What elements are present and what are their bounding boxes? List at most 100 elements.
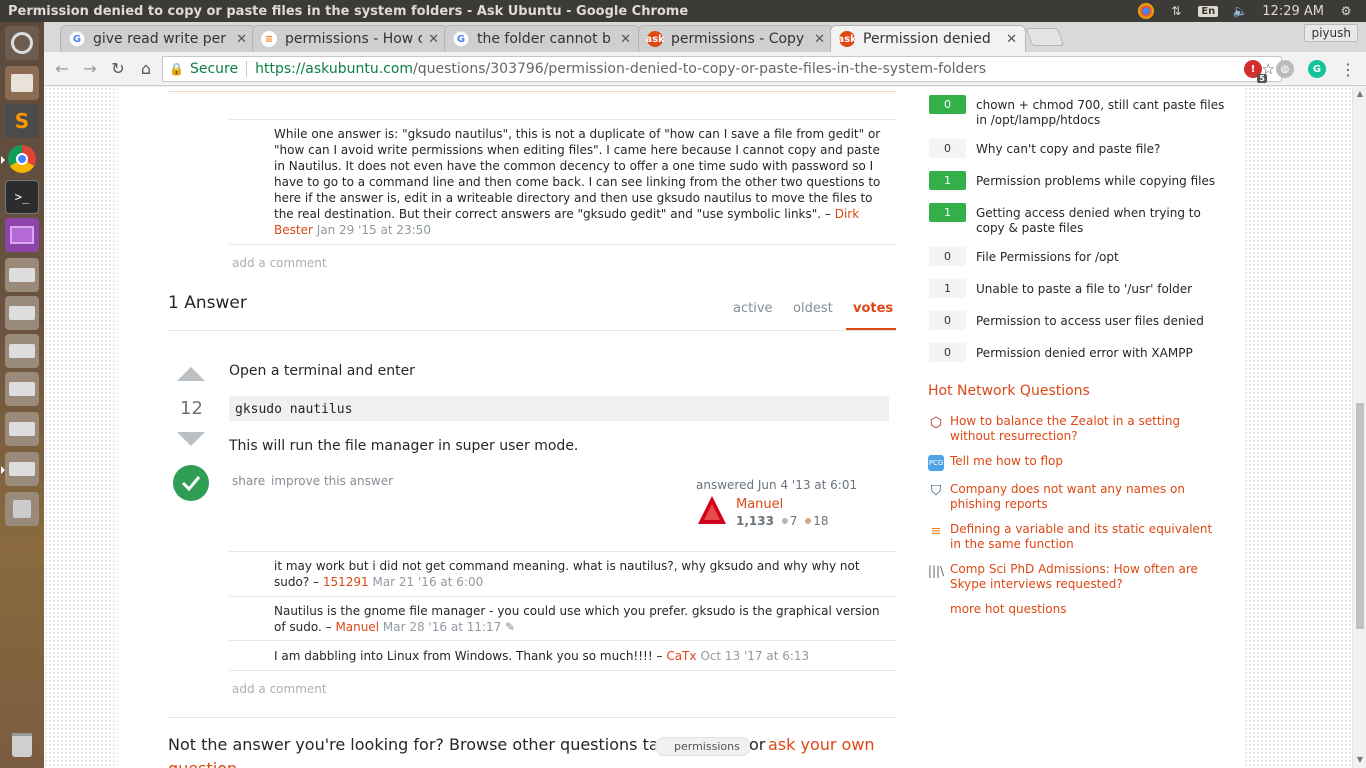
silver-badge-icon: [781, 518, 788, 524]
volume-icon[interactable]: 🔈: [1232, 3, 1248, 19]
related-question-link[interactable]: Getting access denied when trying to cop…: [976, 206, 1226, 236]
dash-home-icon[interactable]: [5, 26, 39, 60]
ask-question-link[interactable]: ask your own: [768, 735, 875, 754]
add-comment-link[interactable]: add a comment: [232, 682, 327, 696]
comment-date[interactable]: Jan 29 '15 at 23:50: [317, 223, 431, 237]
related-score-badge[interactable]: 0: [929, 95, 966, 114]
related-score-badge[interactable]: 1: [929, 203, 966, 222]
hot-question-link[interactable]: How to balance the Zealot in a setting w…: [950, 414, 1226, 444]
url-host: https://askubuntu.com: [255, 61, 414, 77]
related-question-link[interactable]: File Permissions for /opt: [976, 250, 1226, 265]
globe-extension-icon[interactable]: ◍: [1276, 60, 1294, 78]
related-question-link[interactable]: Permission to access user files denied: [976, 314, 1226, 329]
ask-question-link-cont[interactable]: question.: [168, 759, 242, 768]
drive-icon-3[interactable]: [5, 334, 39, 368]
active-sort-underline: [846, 328, 896, 330]
security-icon: ⛉: [930, 483, 942, 499]
hot-network-heading[interactable]: Hot Network Questions: [928, 383, 1090, 399]
grammarly-icon[interactable]: G: [1308, 60, 1326, 78]
keyboard-layout-indicator[interactable]: En: [1198, 5, 1219, 17]
extension-icon[interactable]: ! 5: [1244, 60, 1267, 83]
share-link[interactable]: share: [232, 474, 265, 488]
back-arrow-icon[interactable]: ←: [48, 55, 76, 83]
bronze-badge-icon: [805, 518, 812, 524]
tag-permissions[interactable]: permissions: [655, 737, 751, 756]
drive-icon-1[interactable]: [5, 258, 39, 292]
hot-question-link[interactable]: Defining a variable and its static equiv…: [950, 522, 1226, 552]
removable-media-icon[interactable]: [5, 492, 39, 526]
scroll-up-icon[interactable]: ▲: [1353, 89, 1366, 101]
improve-answer-link[interactable]: improve this answer: [271, 474, 393, 488]
files-app-icon[interactable]: [5, 66, 39, 100]
downvote-icon[interactable]: [177, 432, 205, 446]
related-question-link[interactable]: Permission denied error with XAMPP: [976, 346, 1226, 361]
workspace-switcher-icon[interactable]: [5, 218, 39, 252]
related-question-link[interactable]: chown + chmod 700, still cant paste file…: [976, 98, 1226, 128]
comment-date[interactable]: Mar 28 '16 at 11:17: [383, 620, 501, 634]
comment-author-link[interactable]: CaTx: [666, 649, 696, 663]
answers-count-heading: 1 Answer: [168, 293, 247, 313]
answered-timestamp[interactable]: answered Jun 4 '13 at 6:01: [696, 478, 857, 492]
close-icon[interactable]: ✕: [620, 32, 631, 47]
menu-kebab-icon[interactable]: ⋮: [1340, 60, 1356, 79]
tab-5-active[interactable]: ask Permission denied ✕: [830, 25, 1026, 52]
chrome-app-icon[interactable]: [1, 142, 39, 176]
tab-sort-active[interactable]: active: [733, 301, 773, 316]
related-score-badge[interactable]: 1: [929, 171, 966, 190]
tab-title: permissions - How c: [285, 31, 423, 47]
close-icon[interactable]: ✕: [1006, 32, 1017, 47]
user-name-link[interactable]: Manuel: [736, 497, 783, 512]
add-comment-link[interactable]: add a comment: [232, 256, 327, 270]
tab-sort-oldest[interactable]: oldest: [793, 301, 833, 316]
drive-icon-2[interactable]: [5, 296, 39, 330]
gear-icon[interactable]: ⚙: [1338, 3, 1354, 19]
reload-icon[interactable]: ↻: [104, 55, 132, 83]
tab-sort-votes[interactable]: votes: [853, 301, 893, 316]
profile-button[interactable]: piyush: [1304, 24, 1358, 42]
related-score-badge[interactable]: 0: [929, 247, 966, 266]
related-score-badge[interactable]: 1: [929, 279, 966, 298]
chrome-tray-icon[interactable]: [1138, 3, 1155, 19]
tab-4[interactable]: ask permissions - Copy ✕: [638, 25, 834, 52]
close-icon[interactable]: ✕: [814, 32, 825, 47]
related-score-badge[interactable]: 0: [929, 343, 966, 362]
scroll-down-icon[interactable]: ▼: [1353, 755, 1366, 767]
network-icon[interactable]: ⇅: [1168, 3, 1184, 19]
comment-author-link[interactable]: 151291: [323, 575, 369, 589]
upvote-icon[interactable]: [177, 367, 205, 381]
drive-icon-4[interactable]: [5, 372, 39, 406]
tab-2[interactable]: ≡ permissions - How c ✕: [252, 25, 448, 52]
related-question-link[interactable]: Permission problems while copying files: [976, 174, 1226, 189]
close-icon[interactable]: ✕: [236, 32, 247, 47]
trash-icon[interactable]: [5, 728, 39, 762]
code-block: gksudo nautilus: [229, 396, 889, 421]
page-scrollbar[interactable]: ▲ ▼: [1352, 87, 1366, 768]
comment-author-link[interactable]: Manuel: [335, 620, 379, 634]
tab-title: permissions - Copy: [671, 31, 805, 47]
drive-icon-5[interactable]: [5, 412, 39, 446]
hot-question-link[interactable]: Company does not want any names on phish…: [950, 482, 1226, 512]
forward-arrow-icon[interactable]: →: [76, 55, 104, 83]
hot-question-link[interactable]: Comp Sci PhD Admissions: How often are S…: [950, 562, 1226, 592]
related-score-badge[interactable]: 0: [929, 139, 966, 158]
drive-icon-6[interactable]: [1, 452, 39, 486]
terminal-icon[interactable]: >_: [5, 180, 39, 214]
comment-date[interactable]: Oct 13 '17 at 6:13: [700, 649, 809, 663]
related-question-link[interactable]: Why can't copy and paste file?: [976, 142, 1226, 157]
address-bar[interactable]: 🔒 Secure https://askubuntu.com/questions…: [162, 56, 1282, 82]
close-icon[interactable]: ✕: [428, 32, 439, 47]
avatar[interactable]: [696, 494, 728, 526]
comment-date[interactable]: Mar 21 '16 at 6:00: [372, 575, 483, 589]
related-score-badge[interactable]: 0: [929, 311, 966, 330]
pencil-icon[interactable]: ✎: [505, 620, 515, 634]
more-hot-questions-link[interactable]: more hot questions: [950, 602, 1226, 617]
tab-1[interactable]: G give read write per ✕: [60, 25, 256, 52]
scrollbar-thumb[interactable]: [1356, 403, 1364, 629]
clock[interactable]: 12:29 AM: [1262, 4, 1324, 19]
sublime-text-icon[interactable]: S: [5, 104, 39, 138]
home-icon[interactable]: ⌂: [132, 55, 160, 83]
new-tab-button[interactable]: [1025, 28, 1065, 46]
hot-question-link[interactable]: Tell me how to flop: [950, 454, 1226, 469]
tab-3[interactable]: G the folder cannot b ✕: [444, 25, 640, 52]
related-question-link[interactable]: Unable to paste a file to '/usr' folder: [976, 282, 1226, 297]
